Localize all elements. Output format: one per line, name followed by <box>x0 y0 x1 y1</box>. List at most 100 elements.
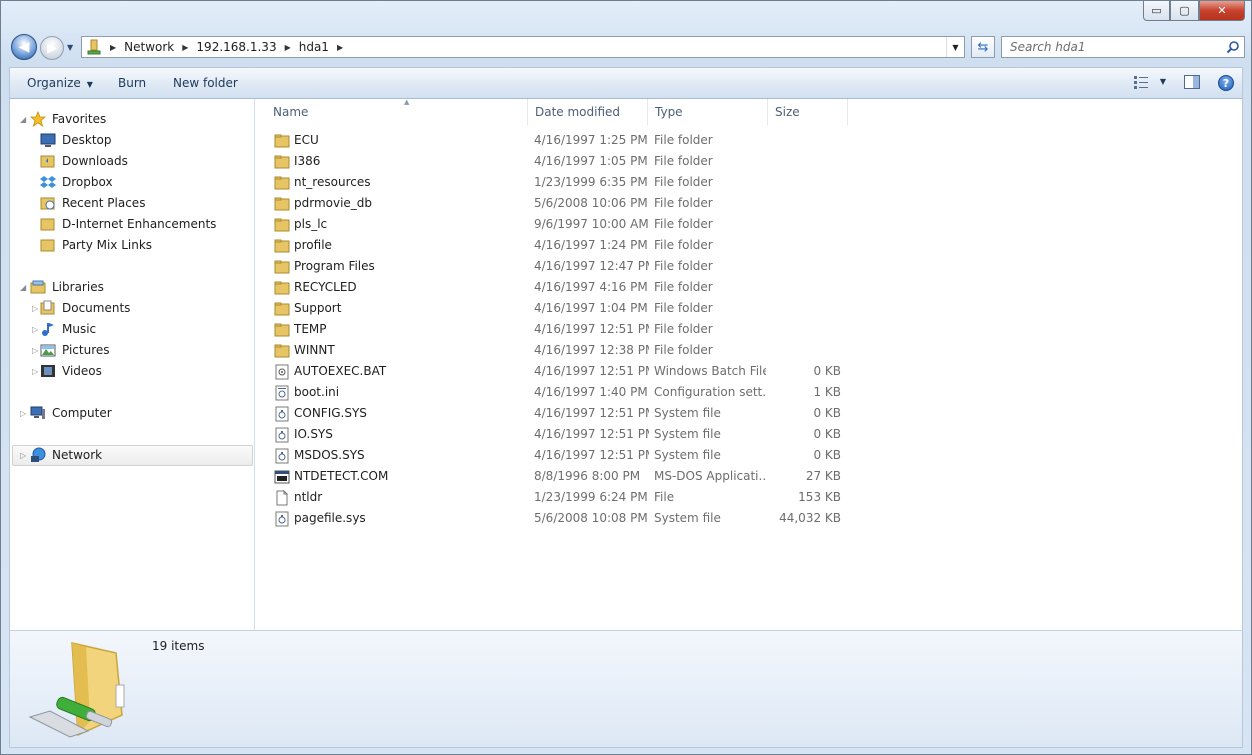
file-name: boot.ini <box>294 385 340 399</box>
file-type: File <box>654 490 675 504</box>
recent-pages-dropdown[interactable]: ▼ <box>67 43 73 52</box>
breadcrumb-separator-icon[interactable]: ▶ <box>182 43 188 52</box>
nav-recent-places[interactable]: Recent Places <box>40 193 145 213</box>
file-type: Windows Batch File <box>654 364 766 378</box>
nav-libraries[interactable]: Libraries <box>30 277 104 297</box>
file-row[interactable]: pdrmovie_db 5/6/2008 10:06 PM File folder <box>256 193 856 214</box>
file-row[interactable]: pls_lc 9/6/1997 10:00 AM File folder <box>256 214 856 235</box>
file-size: 0 KB <box>813 406 841 420</box>
refresh-button[interactable]: ⇆ <box>971 36 995 58</box>
file-size <box>771 151 841 172</box>
help-icon[interactable]: ? <box>1218 75 1234 91</box>
nav-d-internet-enhancements[interactable]: D-Internet Enhancements <box>40 214 216 234</box>
burn-button[interactable]: Burn <box>118 76 146 90</box>
file-size: 0 KB <box>813 448 841 462</box>
file-date-modified: 8/8/1996 8:00 PM <box>534 469 641 483</box>
file-row[interactable]: Program Files 4/16/1997 12:47 PM File fold… <box>256 256 856 277</box>
nav-favorites[interactable]: Favorites <box>30 109 106 129</box>
change-view-button[interactable] <box>1134 75 1150 92</box>
column-header-size[interactable]: Size <box>768 99 848 125</box>
music-expand-icon[interactable]: ▷ <box>32 325 38 334</box>
file-date-modified: 4/16/1997 12:51 PM <box>534 406 649 420</box>
folder-icon <box>274 155 290 169</box>
file-row[interactable]: MSDOS.SYS 4/16/1997 12:51 PM System file 0 … <box>256 445 856 466</box>
breadcrumb-separator-icon[interactable]: ▶ <box>285 43 291 52</box>
breadcrumb-separator-icon[interactable]: ▶ <box>110 43 116 52</box>
address-dropdown-button[interactable]: ▼ <box>946 37 964 57</box>
new-folder-button[interactable]: New folder <box>173 76 238 90</box>
favorites-collapse-icon[interactable]: ◢ <box>20 115 26 124</box>
column-header-date[interactable]: Date modified <box>528 99 648 125</box>
file-row[interactable]: ECU 4/16/1997 1:25 PM File folder <box>256 130 856 151</box>
nav-music[interactable]: Music <box>40 319 96 339</box>
close-button[interactable]: ✕ <box>1199 1 1245 21</box>
nav-downloads[interactable]: Downloads <box>40 151 128 171</box>
file-row[interactable]: Support 4/16/1997 1:04 PM File folder <box>256 298 856 319</box>
file-date-modified: 4/16/1997 4:16 PM <box>534 280 648 294</box>
search-box <box>1001 36 1245 58</box>
file-row[interactable]: CONFIG.SYS 4/16/1997 12:51 PM System file 0… <box>256 403 856 424</box>
nav-network-label: Network <box>52 448 103 462</box>
search-input[interactable] <box>1002 37 1222 57</box>
file-row[interactable]: WINNT 4/16/1997 12:38 PM File folder <box>256 340 856 361</box>
breadcrumb-share[interactable]: hda1 <box>299 40 329 54</box>
computer-expand-icon[interactable]: ▷ <box>20 409 26 418</box>
libraries-icon <box>30 280 46 294</box>
file-date-modified: 9/6/1997 10:00 AM <box>534 217 649 231</box>
nav-party-mix-links[interactable]: Party Mix Links <box>40 235 152 255</box>
file-row[interactable]: boot.ini 4/16/1997 1:40 PM Configuration s… <box>256 382 856 403</box>
pictures-expand-icon[interactable]: ▷ <box>32 346 38 355</box>
file-type: File folder <box>654 238 713 252</box>
minimize-button[interactable]: ▭ <box>1143 1 1170 21</box>
file-row[interactable]: profile 4/16/1997 1:24 PM File folder <box>256 235 856 256</box>
maximize-button[interactable]: ▢ <box>1170 1 1199 21</box>
network-expand-icon[interactable]: ▷ <box>20 451 26 460</box>
videos-expand-icon[interactable]: ▷ <box>32 367 38 376</box>
back-arrow-icon: ◀ <box>18 39 30 55</box>
nav-network[interactable]: Network <box>30 445 102 465</box>
breadcrumb-network[interactable]: Network <box>124 40 174 54</box>
search-icon[interactable] <box>1226 40 1240 54</box>
address-bar[interactable]: ▶ Network ▶ 192.168.1.33 ▶ hda1 ▶ ▼ <box>81 36 965 58</box>
file-date-modified: 4/16/1997 12:51 PM <box>534 448 649 462</box>
file-name: profile <box>294 238 332 252</box>
column-header-type[interactable]: Type <box>648 99 768 125</box>
file-row[interactable]: RECYCLED 4/16/1997 4:16 PM File folder <box>256 277 856 298</box>
file-row[interactable]: IO.SYS 4/16/1997 12:51 PM System file 0 KB <box>256 424 856 445</box>
nav-documents[interactable]: Documents <box>40 298 130 318</box>
preview-pane-button[interactable] <box>1184 75 1200 92</box>
file-row[interactable]: AUTOEXEC.BAT 4/16/1997 12:51 PM Windows Ba… <box>256 361 856 382</box>
file-row[interactable]: ntldr 1/23/1999 6:24 PM File 153 KB <box>256 487 856 508</box>
documents-icon <box>40 300 55 315</box>
documents-expand-icon[interactable]: ▷ <box>32 304 38 313</box>
file-row[interactable]: TEMP 4/16/1997 12:51 PM File folder <box>256 319 856 340</box>
breadcrumb-separator-icon[interactable]: ▶ <box>337 43 343 52</box>
organize-button[interactable]: Organize ▼ <box>27 76 93 90</box>
organize-label: Organize <box>27 76 81 90</box>
file-date-modified: 4/16/1997 1:05 PM <box>534 154 648 168</box>
explorer-window: ▭ ▢ ✕ ◀ ▶ ▼ ▶ Network ▶ 192.168.1.33 ▶ h… <box>0 0 1252 755</box>
folder-icon <box>274 260 290 274</box>
new-folder-label: New folder <box>173 76 238 90</box>
file-row[interactable]: pagefile.sys 5/6/2008 10:08 PM System file… <box>256 508 856 529</box>
nav-videos[interactable]: Videos <box>40 361 102 381</box>
file-name: pagefile.sys <box>294 511 366 525</box>
forward-button[interactable]: ▶ <box>40 36 64 60</box>
file-row[interactable]: I386 4/16/1997 1:05 PM File folder <box>256 151 856 172</box>
nav-dropbox[interactable]: Dropbox <box>40 172 113 192</box>
column-header-type-label: Type <box>655 105 683 119</box>
libraries-collapse-icon[interactable]: ◢ <box>20 283 26 292</box>
maximize-icon: ▢ <box>1179 4 1190 17</box>
back-button[interactable]: ◀ <box>11 34 37 60</box>
nav-desktop[interactable]: Desktop <box>40 130 112 150</box>
file-row[interactable]: nt_resources 1/23/1999 6:35 PM File folder <box>256 172 856 193</box>
close-icon: ✕ <box>1217 4 1227 17</box>
column-header-name[interactable]: Name ▲ <box>266 98 528 125</box>
nav-pictures[interactable]: Pictures <box>40 340 110 360</box>
forward-arrow-icon: ▶ <box>47 40 57 56</box>
file-date-modified: 4/16/1997 1:40 PM <box>534 385 648 399</box>
file-row[interactable]: NTDETECT.COM 8/8/1996 8:00 PM MS-DOS Appli… <box>256 466 856 487</box>
view-options-dropdown[interactable]: ▼ <box>1160 77 1166 86</box>
nav-computer[interactable]: Computer <box>30 403 112 423</box>
breadcrumb-host[interactable]: 192.168.1.33 <box>196 40 276 54</box>
